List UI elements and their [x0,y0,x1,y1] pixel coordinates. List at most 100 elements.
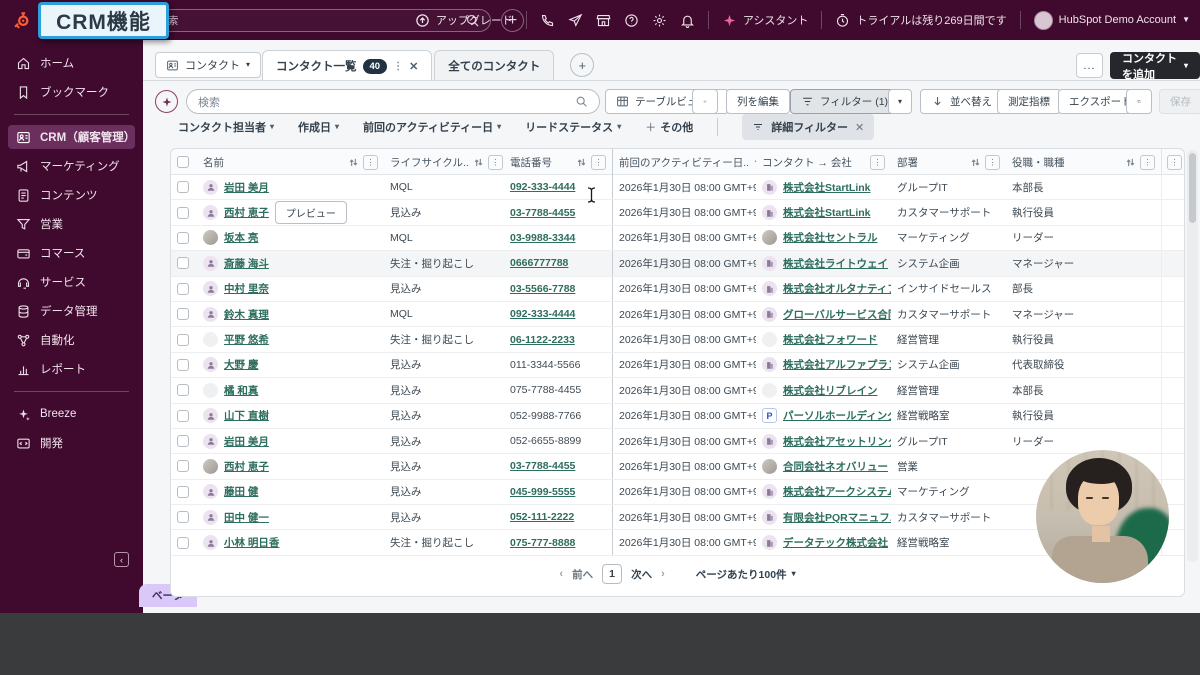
sidebar-item-marketing[interactable]: マーケティング [8,154,135,178]
sidebar-item-reports[interactable]: レポート [8,357,135,381]
contact-name-link[interactable]: 田中 健一 [224,510,269,525]
scrollbar-thumb[interactable] [1189,153,1196,223]
settings-gear-icon[interactable] [652,13,667,28]
company-link[interactable]: 有限会社PQRマニュフ... [783,510,891,525]
phone-link[interactable]: 0666777788 [510,257,568,269]
company-link[interactable]: 株式会社リブレイン [783,383,878,398]
tab-all-contacts[interactable]: 全てのコンタクト [434,50,555,81]
sidebar-item-service[interactable]: サービス [8,270,135,294]
add-view-button[interactable]: + [570,53,595,77]
column-header[interactable]: 前回のアクティビティー日..⋮ [613,149,756,175]
sidebar-item-home[interactable]: ホーム [8,51,135,75]
company-link[interactable]: 株式会社アセットリンク [783,434,891,449]
company-link[interactable]: 株式会社フォワード [783,332,878,347]
company-link[interactable]: 株式会社StartLink [783,180,871,195]
row-checkbox[interactable] [177,308,189,321]
per-page-selector[interactable]: ページあたり100件 ▾ [696,567,796,582]
add-contact-button[interactable]: コンタクトを追加 ▾ [1110,52,1200,81]
trial-status[interactable]: トライアルは残り269日間です [835,12,1007,28]
sort-icon[interactable] [348,157,359,168]
advanced-filter-chip[interactable]: 詳細フィルター ✕ [742,114,875,140]
filter-dropdown-button[interactable]: ▾ [888,89,912,114]
calling-icon[interactable] [540,13,555,28]
row-checkbox[interactable] [177,231,189,244]
email-send-icon[interactable] [568,13,583,28]
sidebar-item-bookmark[interactable]: ブックマーク [8,80,135,104]
object-type-button[interactable]: コンタクト ▾ [155,52,262,78]
sidebar-item-automation[interactable]: 自動化 [8,328,135,352]
sidebar-item-data[interactable]: データ管理 [8,299,135,323]
notifications-bell-icon[interactable] [680,13,695,28]
row-checkbox[interactable] [177,485,189,498]
tab-close-icon[interactable]: ✕ [409,60,418,73]
more-actions-button[interactable]: ... [1076,53,1103,78]
row-checkbox[interactable] [177,435,189,448]
sort-icon[interactable] [473,157,484,168]
phone-link[interactable]: 03-7788-4455 [510,207,575,219]
company-link[interactable]: 株式会社セントラル [783,230,878,245]
sort-button[interactable]: 並べ替え [920,89,1003,114]
column-header-partial[interactable]: ⋮ [1161,149,1184,175]
contact-name-link[interactable]: 平野 悠希 [224,332,269,347]
hubspot-logo-icon[interactable] [12,11,30,29]
tab-options-icon[interactable]: ⋮ [393,61,403,72]
column-header[interactable]: 電話番号 ⋮ [504,149,613,175]
row-checkbox[interactable] [177,333,189,346]
metrics-button[interactable]: 測定指標 [997,89,1061,114]
company-link[interactable]: パーソルホールディング... [783,408,891,423]
phone-link[interactable]: 052-111-2222 [510,511,574,523]
column-menu-icon[interactable]: ⋮ [870,154,885,170]
sidebar-item-sales[interactable]: 営業 [8,212,135,236]
filter-contact-owner[interactable]: コンタクト担当者 ▾ [178,119,274,135]
row-checkbox[interactable] [177,181,189,194]
column-menu-icon[interactable]: ⋮ [1167,154,1182,170]
account-menu[interactable]: HubSpot Demo Account ▼ [1033,10,1190,30]
sidebar-collapse-button[interactable]: ‹ [114,552,129,567]
sidebar-item-content[interactable]: コンテンツ [8,183,135,207]
phone-link[interactable]: 06-1122-2233 [510,334,575,346]
column-menu-icon[interactable]: ⋮ [1140,154,1155,170]
column-menu-icon[interactable]: ⋮ [363,154,378,170]
company-link[interactable]: 株式会社アルファプラン [783,357,891,372]
preview-button[interactable]: プレビュー [274,201,347,225]
sort-icon[interactable] [576,157,587,168]
table-scrollbar[interactable] [1187,150,1198,562]
contact-name-link[interactable]: 中村 里奈 [224,281,269,296]
contact-name-link[interactable]: 鈴木 真理 [224,307,269,322]
sidebar-item-dev[interactable]: 開発 [8,431,135,455]
row-checkbox[interactable] [177,282,189,295]
prev-page-arrow-icon[interactable]: ‹ [559,568,563,580]
sidebar-item-crm[interactable]: CRM（顧客管理） [8,125,135,149]
current-page-button[interactable]: 1 [602,564,623,584]
next-page-button[interactable]: 次へ [631,567,652,582]
upgrade-button[interactable]: アップグレード [415,12,513,28]
filter-create-date[interactable]: 作成日 ▾ [298,119,339,135]
contact-name-link[interactable]: 藤田 健 [224,484,258,499]
filter-last-activity[interactable]: 前回のアクティビティー日 ▾ [363,119,501,135]
contact-name-link[interactable]: 岩田 美月 [224,180,269,195]
row-checkbox[interactable] [177,511,189,524]
company-link[interactable]: 株式会社StartLink [783,205,871,220]
contact-name-link[interactable]: 西村 恵子 [224,459,269,474]
phone-link[interactable]: 03-5566-7788 [510,283,575,295]
prev-page-button[interactable]: 前へ [572,567,593,582]
column-header[interactable]: 名前 ⋮ [197,149,384,175]
filter-lead-status[interactable]: リードステータス ▾ [525,119,621,135]
column-header[interactable]: 部署 ⋮ [891,149,1006,175]
company-link[interactable]: 合同会社ネオバリュー [783,459,888,474]
contact-name-link[interactable]: 斎藤 海斗 [224,256,269,271]
filter-button[interactable]: フィルター (1) [790,89,900,114]
contact-name-link[interactable]: 橘 和真 [224,383,258,398]
company-link[interactable]: 株式会社アークシステム [783,484,891,499]
sidebar-item-commerce[interactable]: コマース [8,241,135,265]
assistant-button[interactable]: アシスタント [722,12,808,28]
contact-name-link[interactable]: 岩田 美月 [224,434,269,449]
phone-link[interactable]: 03-7788-4455 [510,460,575,472]
phone-link[interactable]: 075-777-8888 [510,537,575,549]
column-menu-icon[interactable]: ⋮ [487,154,503,170]
save-button[interactable]: 保存 [1159,89,1200,114]
column-header[interactable]: コンタクト → 会社 ⋮ [756,149,891,175]
column-header[interactable]: 役職・職種 ⋮ [1006,149,1161,175]
row-checkbox[interactable] [177,358,189,371]
sort-icon[interactable] [1125,157,1136,168]
